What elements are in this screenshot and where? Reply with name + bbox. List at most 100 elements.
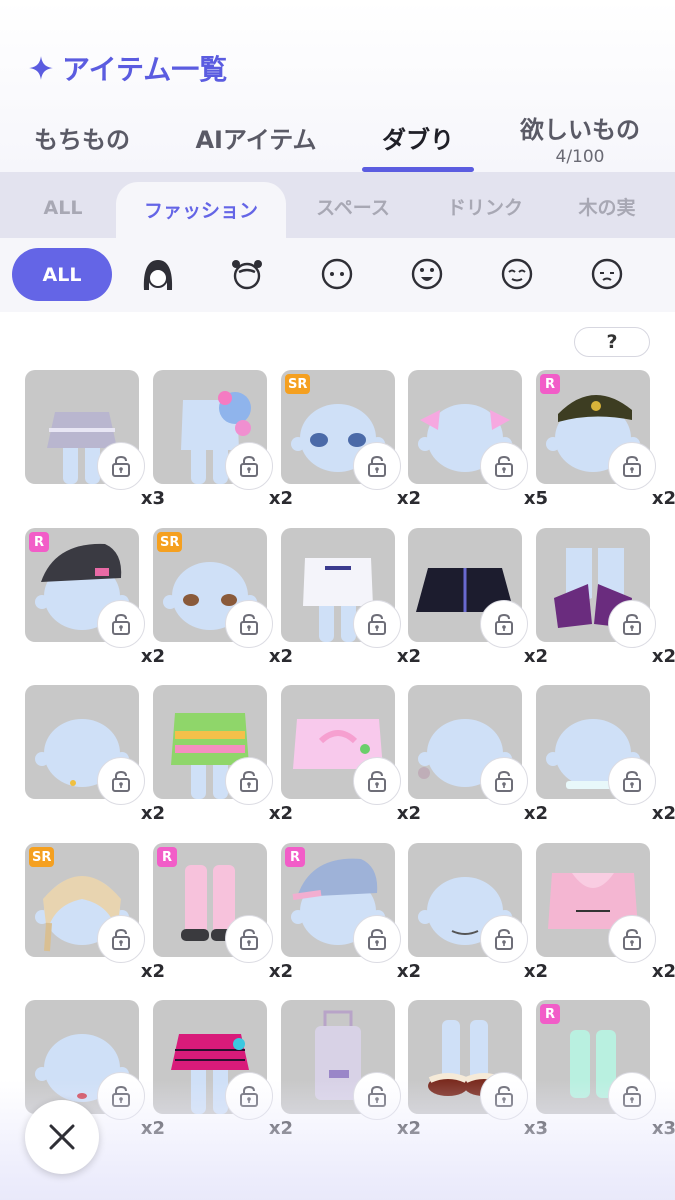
tab-mochimono[interactable]: もちもの bbox=[22, 120, 142, 172]
item-card[interactable]: x2 bbox=[536, 843, 675, 987]
lock-button[interactable] bbox=[97, 1072, 145, 1120]
item-card[interactable]: x2 bbox=[281, 528, 421, 672]
lock-button[interactable] bbox=[480, 600, 528, 648]
item-card[interactable]: x2 bbox=[25, 685, 165, 829]
lock-button[interactable] bbox=[353, 442, 401, 490]
lock-button[interactable] bbox=[225, 600, 273, 648]
part-filter-row: ALL bbox=[0, 238, 675, 312]
item-card[interactable]: x2 bbox=[536, 528, 675, 672]
rarity-badge: SR bbox=[157, 532, 183, 552]
category-drink[interactable]: ドリンク bbox=[430, 172, 540, 238]
face-icon[interactable] bbox=[319, 256, 355, 292]
tab-wishlist[interactable]: 欲しいもの 4/100 bbox=[508, 110, 652, 167]
lock-button[interactable] bbox=[480, 757, 528, 805]
lock-icon bbox=[368, 455, 386, 477]
item-card[interactable]: SR x2 bbox=[25, 843, 165, 987]
lock-icon bbox=[495, 928, 513, 950]
lock-button[interactable] bbox=[353, 1072, 401, 1120]
category-nuts[interactable]: 木の実 bbox=[562, 172, 652, 238]
lock-icon bbox=[495, 455, 513, 477]
item-card[interactable]: x2 bbox=[153, 1000, 293, 1144]
item-card[interactable]: Rx2 bbox=[25, 528, 165, 672]
lock-button[interactable] bbox=[608, 600, 656, 648]
sparkle-icon bbox=[29, 56, 53, 80]
lock-button[interactable] bbox=[225, 1072, 273, 1120]
lock-button[interactable] bbox=[353, 757, 401, 805]
lock-button[interactable] bbox=[608, 442, 656, 490]
item-quantity: x2 bbox=[651, 646, 675, 667]
rarity-badge: R bbox=[540, 1004, 560, 1024]
tab-ai-items[interactable]: AIアイテム bbox=[182, 120, 330, 172]
mouth-icon[interactable] bbox=[409, 256, 445, 292]
lock-button[interactable] bbox=[353, 600, 401, 648]
tab-label: 欲しいもの bbox=[520, 116, 640, 144]
item-card[interactable]: SR x2 bbox=[281, 370, 421, 514]
rarity-badge: R bbox=[285, 847, 305, 867]
item-list-area[interactable]: ? x3 x2 SR x2 x5 Rx2 Rx2 SR x2 x2 x2 x2 x2 x2 x2 x2 x2 SR… bbox=[0, 312, 675, 1200]
item-card[interactable]: x2 bbox=[408, 528, 548, 672]
category-space[interactable]: スペース bbox=[300, 172, 406, 238]
lock-button[interactable] bbox=[97, 600, 145, 648]
item-card[interactable]: x2 bbox=[281, 685, 421, 829]
lock-button[interactable] bbox=[608, 757, 656, 805]
lock-button[interactable] bbox=[608, 915, 656, 963]
head-accessory-icon[interactable] bbox=[229, 256, 265, 292]
category-bar: ALL ファッション スペース ドリンク 木の実 bbox=[0, 172, 675, 238]
hair-icon[interactable] bbox=[140, 256, 176, 292]
item-card[interactable]: x3 bbox=[408, 1000, 548, 1144]
lock-button[interactable] bbox=[480, 442, 528, 490]
lock-icon bbox=[623, 770, 641, 792]
lock-icon bbox=[112, 613, 130, 635]
lock-icon bbox=[112, 770, 130, 792]
lock-button[interactable] bbox=[608, 1072, 656, 1120]
lock-icon bbox=[240, 1085, 258, 1107]
tab-duplicates[interactable]: ダブり bbox=[362, 120, 474, 172]
category-all[interactable]: ALL bbox=[22, 172, 104, 238]
lock-button[interactable] bbox=[225, 442, 273, 490]
filter-all-button[interactable]: ALL bbox=[12, 248, 112, 301]
item-card[interactable]: Rx2 bbox=[153, 843, 293, 987]
lock-button[interactable] bbox=[97, 915, 145, 963]
lock-icon bbox=[112, 928, 130, 950]
item-card[interactable]: x2 bbox=[153, 370, 293, 514]
lock-button[interactable] bbox=[480, 1072, 528, 1120]
lock-button[interactable] bbox=[97, 442, 145, 490]
item-card[interactable]: SR x2 bbox=[153, 528, 293, 672]
lock-icon bbox=[623, 928, 641, 950]
item-card[interactable]: x2 bbox=[281, 1000, 421, 1144]
rarity-badge: R bbox=[540, 374, 560, 394]
lock-icon bbox=[495, 613, 513, 635]
lock-icon bbox=[495, 770, 513, 792]
item-card[interactable]: x3 bbox=[25, 370, 165, 514]
lock-button[interactable] bbox=[97, 757, 145, 805]
lock-icon bbox=[112, 455, 130, 477]
lock-icon bbox=[368, 1085, 386, 1107]
tab-label: AIアイテム bbox=[195, 126, 317, 154]
expression-icon[interactable] bbox=[589, 256, 625, 292]
page-title: アイテム一覧 bbox=[28, 48, 227, 88]
rarity-badge: R bbox=[157, 847, 177, 867]
close-icon bbox=[49, 1124, 75, 1150]
eyes-icon[interactable] bbox=[499, 256, 535, 292]
item-card[interactable]: Rx3 bbox=[536, 1000, 675, 1144]
item-card[interactable]: x2 bbox=[536, 685, 675, 829]
lock-icon bbox=[368, 928, 386, 950]
item-card[interactable]: Rx2 bbox=[281, 843, 421, 987]
close-button[interactable] bbox=[25, 1100, 99, 1174]
lock-button[interactable] bbox=[353, 915, 401, 963]
lock-icon bbox=[495, 1085, 513, 1107]
lock-button[interactable] bbox=[225, 915, 273, 963]
item-card[interactable]: x5 bbox=[408, 370, 548, 514]
item-card[interactable]: x2 bbox=[408, 843, 548, 987]
category-fashion[interactable]: ファッション bbox=[116, 182, 286, 238]
item-card[interactable]: x2 bbox=[153, 685, 293, 829]
help-button[interactable]: ? bbox=[574, 327, 650, 357]
item-card[interactable]: x2 bbox=[408, 685, 548, 829]
lock-icon bbox=[368, 770, 386, 792]
lock-button[interactable] bbox=[480, 915, 528, 963]
lock-button[interactable] bbox=[225, 757, 273, 805]
rarity-badge: R bbox=[29, 532, 49, 552]
tab-label: ダブり bbox=[382, 126, 454, 154]
item-card[interactable]: Rx2 bbox=[536, 370, 675, 514]
lock-icon bbox=[240, 455, 258, 477]
